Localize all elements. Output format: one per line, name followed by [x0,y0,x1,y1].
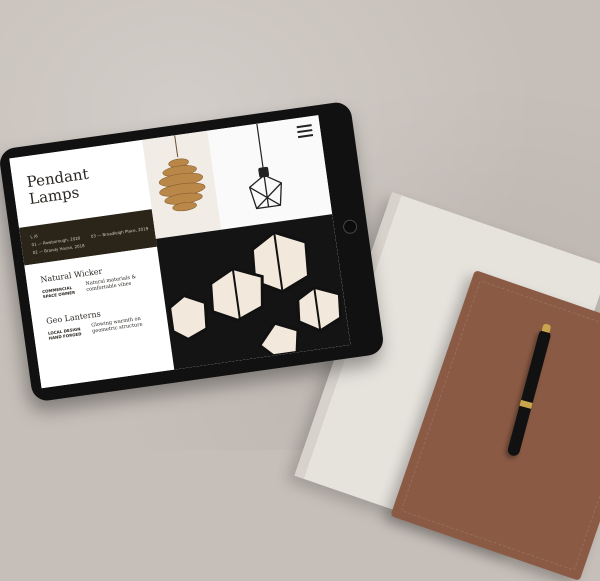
section-subtitle: LOCAL DESIGN HAND FORGED [47,326,82,341]
home-button[interactable] [342,218,359,235]
sections-panel: Natural Wicker COMMERCIAL SPACE OWNER Na… [24,246,175,389]
band-label: L /6 [30,233,39,240]
geometric-pendant-image[interactable] [207,115,333,230]
geo-lanterns-image[interactable] [155,214,351,370]
project-item[interactable]: 03 — Broadleigh Place, 2019 [91,226,149,240]
tablet-device: Pendant Lamps L /6 01 — Rowborough, 2020… [0,100,386,403]
section-subtitle: COMMERCIAL SPACE OWNER [41,285,76,300]
hamburger-menu-icon[interactable] [296,124,314,138]
tablet-screen: Pendant Lamps L /6 01 — Rowborough, 2020… [9,115,351,389]
page-title: Pendant Lamps [26,165,92,208]
